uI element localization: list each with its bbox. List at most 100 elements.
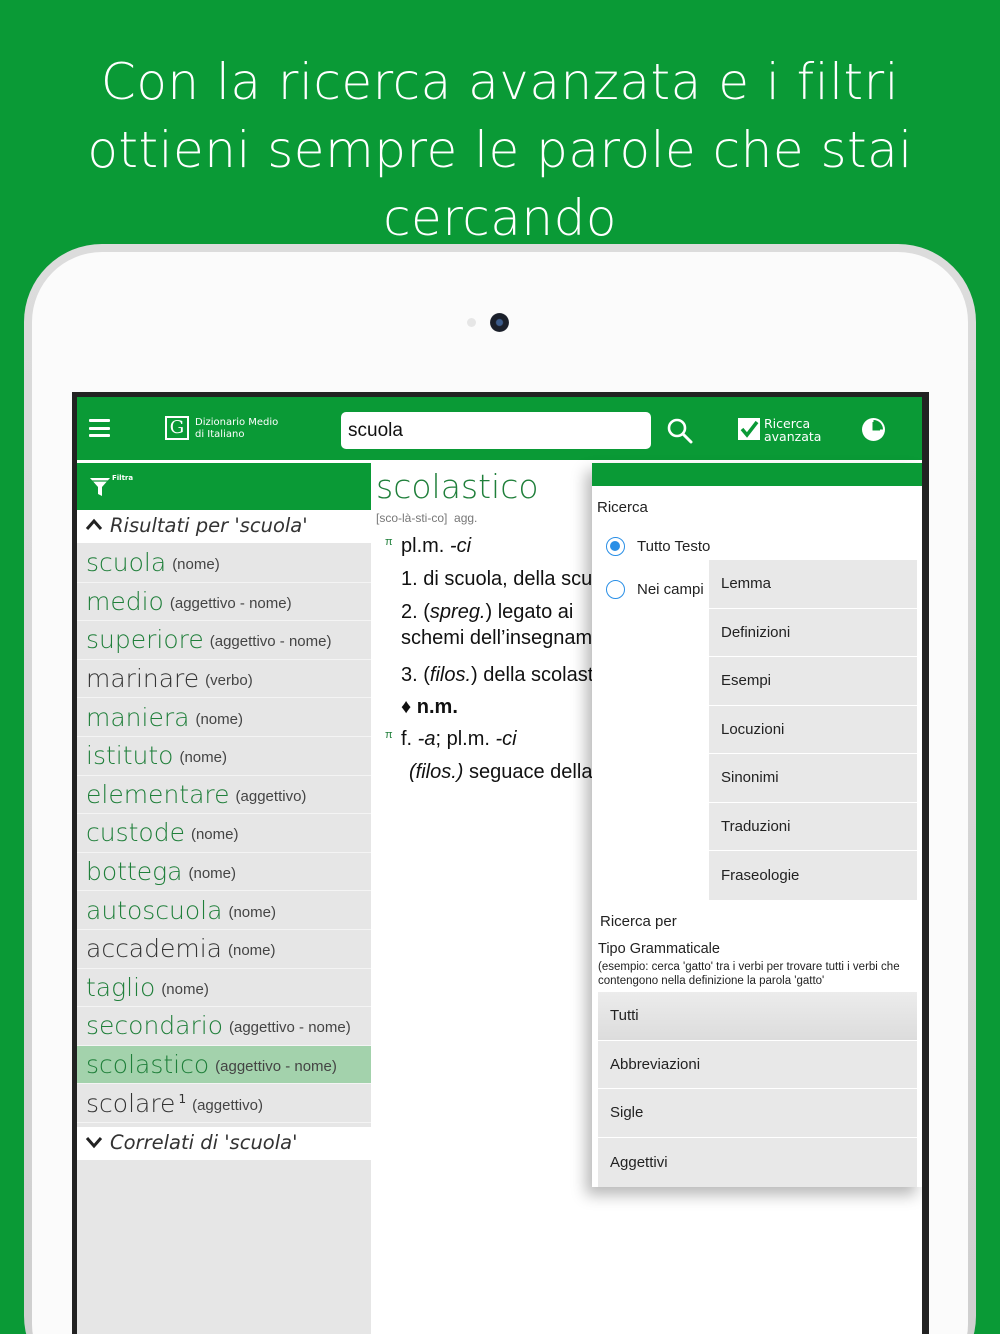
field-option-lemma[interactable]: Lemma bbox=[709, 560, 917, 609]
result-gram: (aggettivo) bbox=[235, 787, 307, 805]
def3-b: ) della scolastica bbox=[471, 664, 601, 686]
fem-plural: -ci bbox=[495, 728, 517, 750]
result-gram: (nome) bbox=[172, 556, 220, 574]
result-word: autoscuola bbox=[86, 895, 223, 925]
noun-marker: ♦ n.m. bbox=[401, 696, 458, 718]
result-gram: (nome) bbox=[228, 942, 276, 960]
field-option-traduzioni[interactable]: Traduzioni bbox=[709, 803, 917, 851]
result-row-taglio[interactable]: taglio (nome) bbox=[77, 969, 371, 1008]
def2-italic: spreg. bbox=[429, 601, 486, 623]
app-window: G Dizionario Medio di Italiano Ricerca a… bbox=[77, 397, 922, 1334]
result-word: marinare bbox=[86, 664, 200, 694]
field-option-sinonimi[interactable]: Sinonimi bbox=[709, 754, 917, 803]
result-row-superiore[interactable]: superiore (aggettivo - nome) bbox=[77, 621, 371, 660]
result-word: accademia bbox=[86, 934, 222, 964]
results-section-header[interactable]: Risultati per 'scuola' bbox=[77, 510, 371, 543]
type-option-tutti[interactable]: Tutti bbox=[598, 992, 917, 1041]
def2-a: 2. ( bbox=[401, 601, 430, 623]
funnel-filter-icon[interactable] bbox=[89, 476, 113, 498]
result-word: taglio bbox=[86, 972, 156, 1002]
type-option-aggettivi[interactable]: Aggettivi bbox=[598, 1138, 917, 1188]
result-word: maniera bbox=[86, 702, 190, 732]
entry-feminine: f. -a; pl.m. -ci bbox=[401, 728, 517, 751]
related-header-label: Correlati di 'scuola' bbox=[110, 1131, 298, 1154]
headline: Con la ricerca avanzata e i filtri ottie… bbox=[0, 48, 1000, 252]
result-row-istituto[interactable]: istituto (nome) bbox=[77, 737, 371, 776]
radio-tutto-testo[interactable] bbox=[606, 537, 625, 556]
filter-bar: Filtra bbox=[77, 463, 371, 510]
result-row-marinare[interactable]: marinare (verbo) bbox=[77, 660, 371, 699]
search-input[interactable] bbox=[341, 412, 651, 449]
syllables-text: [sco-là-sti-co] bbox=[376, 511, 448, 525]
grammar-type-list: Tutti Abbreviazioni Sigle Aggettivi bbox=[598, 992, 917, 1187]
filter-label[interactable]: Filtra bbox=[112, 474, 133, 482]
tipo-grammaticale-label: Tipo Grammaticale bbox=[598, 941, 720, 957]
top-bar: G Dizionario Medio di Italiano Ricerca a… bbox=[77, 397, 922, 460]
result-row-scuola[interactable]: scuola (nome) bbox=[77, 544, 371, 583]
result-word: elementare bbox=[86, 779, 230, 809]
type-option-sigle[interactable]: Sigle bbox=[598, 1089, 917, 1138]
popover-header bbox=[592, 463, 922, 486]
advanced-search-toggle[interactable]: Ricerca avanzata bbox=[764, 417, 821, 443]
advanced-search-checkbox-icon[interactable] bbox=[738, 418, 760, 440]
radio-nei-campi[interactable] bbox=[606, 580, 625, 599]
entry-syllables: [sco-là-sti-co] agg. bbox=[376, 511, 477, 525]
pronunciation-mark-icon: π bbox=[385, 536, 393, 548]
homograph-number: 1 bbox=[178, 1092, 187, 1107]
results-sidebar: Filtra Risultati per 'scuola' scuola (nom… bbox=[77, 463, 371, 1334]
entry-title: scolastico bbox=[376, 467, 539, 506]
def4-b: seguace della scolastica bbox=[469, 761, 601, 783]
advanced-search-label-2: avanzata bbox=[764, 429, 822, 444]
advanced-search-popover: Ricerca Tutto Testo Nei campi Lemma Defi… bbox=[592, 463, 922, 1187]
radio-nei-campi-label[interactable]: Nei campi bbox=[637, 581, 704, 598]
result-gram: (aggettivo - nome) bbox=[209, 633, 332, 651]
result-row-medio[interactable]: medio (aggettivo - nome) bbox=[77, 583, 371, 622]
result-word: bottega bbox=[86, 857, 183, 887]
result-word: superiore bbox=[86, 625, 204, 655]
field-option-definizioni[interactable]: Definizioni bbox=[709, 609, 917, 657]
tipo-grammaticale-note: (esempio: cerca 'gatto' tra i verbi per … bbox=[598, 961, 900, 987]
result-gram: (nome) bbox=[188, 865, 236, 883]
def4-italic: (filos.) bbox=[409, 761, 464, 783]
related-section-header[interactable]: Correlati di 'scuola' bbox=[77, 1127, 371, 1160]
field-option-locuzioni[interactable]: Locuzioni bbox=[709, 706, 917, 754]
results-list: scuola (nome) medio (aggettivo - nome) sup… bbox=[77, 544, 371, 1123]
result-row-bottega[interactable]: bottega (nome) bbox=[77, 853, 371, 892]
result-word: secondario bbox=[86, 1011, 223, 1041]
hamburger-menu-icon[interactable] bbox=[89, 419, 110, 437]
pronunciation-mark-icon: π bbox=[385, 729, 393, 741]
definition-2: 2. (spreg.) legato ai bbox=[401, 601, 573, 624]
results-header-label: Risultati per 'scuola' bbox=[110, 514, 308, 537]
part-of-speech: agg. bbox=[454, 511, 478, 525]
definition-4: (filos.) seguace della scolastica bbox=[409, 761, 601, 784]
fem-a: f. bbox=[401, 728, 418, 750]
result-row-accademia[interactable]: accademia (nome) bbox=[77, 930, 371, 969]
field-option-esempi[interactable]: Esempi bbox=[709, 657, 917, 706]
result-gram: (nome) bbox=[190, 826, 239, 844]
result-row-scolare[interactable]: scolare 1 (aggettivo) bbox=[77, 1084, 371, 1123]
app-name-line-1: Dizionario Medio bbox=[195, 417, 279, 428]
type-option-abbreviazioni[interactable]: Abbreviazioni bbox=[598, 1041, 917, 1089]
result-word: medio bbox=[86, 586, 164, 616]
def3-italic: filos. bbox=[429, 664, 472, 686]
search-icon[interactable] bbox=[667, 418, 693, 444]
def2-b: ) legato ai bbox=[485, 601, 574, 623]
radio-tutto-testo-label[interactable]: Tutto Testo bbox=[637, 538, 710, 555]
result-word: scuola bbox=[86, 548, 167, 578]
history-clock-icon[interactable] bbox=[861, 417, 886, 442]
headline-line-1: Con la ricerca avanzata e i filtri bbox=[100, 53, 900, 111]
result-row-scolastico-selected[interactable]: scolastico (aggettivo - nome) bbox=[77, 1045, 371, 1085]
field-option-fraseologie[interactable]: Fraseologie bbox=[709, 851, 917, 900]
result-gram: (nome) bbox=[179, 749, 227, 767]
result-row-autoscuola[interactable]: autoscuola (nome) bbox=[77, 891, 371, 930]
result-gram: (aggettivo - nome) bbox=[215, 1058, 337, 1076]
fem-italic: -a bbox=[417, 728, 436, 750]
result-row-elementare[interactable]: elementare (aggettivo) bbox=[77, 776, 371, 815]
front-camera-icon bbox=[490, 313, 509, 332]
result-row-maniera[interactable]: maniera (nome) bbox=[77, 698, 371, 737]
result-gram: (nome) bbox=[228, 903, 276, 921]
definition-1: 1. di scuola, della scuola bbox=[401, 568, 601, 590]
result-row-secondario[interactable]: secondario (aggettivo - nome) bbox=[77, 1007, 371, 1046]
result-gram: (aggettivo) bbox=[192, 1096, 263, 1114]
result-row-custode[interactable]: custode (nome) bbox=[77, 814, 371, 853]
